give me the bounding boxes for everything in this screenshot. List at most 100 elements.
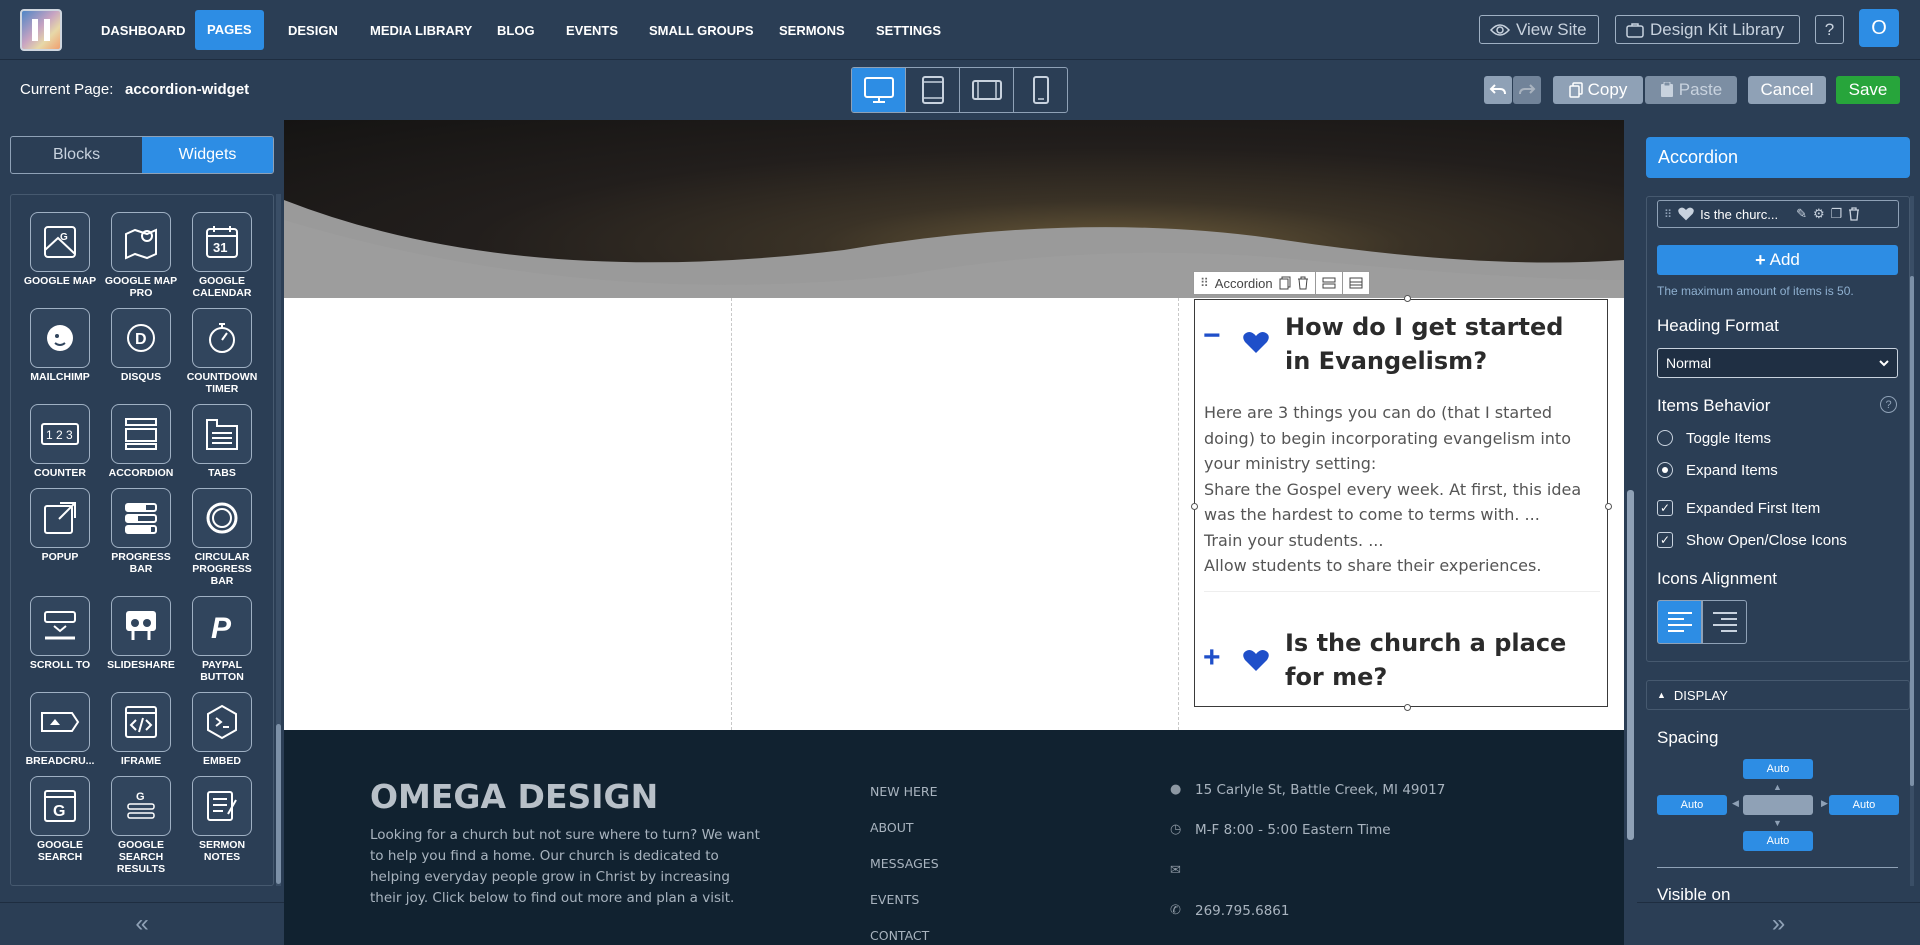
- user-avatar[interactable]: O: [1859, 9, 1899, 47]
- duplicate-icon[interactable]: [1279, 276, 1291, 290]
- widget-google-search-results[interactable]: G GOOGLE SEARCH RESULTS: [101, 776, 181, 875]
- widget-breadcrumb[interactable]: BREADCRU...: [20, 692, 100, 767]
- widget-sermon-notes[interactable]: SERMON NOTES: [182, 776, 262, 863]
- help-circle-icon[interactable]: ?: [1880, 396, 1897, 413]
- tablet-landscape-preview-button[interactable]: [960, 68, 1014, 112]
- paste-button[interactable]: Paste: [1645, 76, 1737, 104]
- widget-disqus[interactable]: D DISQUS: [101, 308, 181, 383]
- widget-label: GOOGLE SEARCH RESULTS: [116, 839, 166, 875]
- align-left-button[interactable]: [1657, 600, 1702, 644]
- desktop-preview-button[interactable]: [852, 68, 906, 112]
- gear-icon[interactable]: ⚙: [1813, 206, 1825, 222]
- nav-design[interactable]: DESIGN: [276, 17, 350, 45]
- drag-handle-icon[interactable]: ⠿: [1664, 208, 1672, 221]
- widget-slideshare[interactable]: SLIDESHARE: [101, 596, 181, 671]
- plus-icon[interactable]: +: [1203, 643, 1221, 673]
- widget-popup[interactable]: POPUP: [20, 488, 100, 563]
- redo-button[interactable]: [1513, 76, 1541, 104]
- widget-circular-progress-bar[interactable]: CIRCULAR PROGRESS BAR: [182, 488, 262, 587]
- drag-handle-icon[interactable]: ⠿: [1200, 276, 1209, 290]
- nav-dashboard[interactable]: DASHBOARD: [89, 17, 198, 45]
- cancel-button[interactable]: Cancel: [1748, 76, 1826, 104]
- nav-events[interactable]: EVENTS: [554, 17, 630, 45]
- widget-paypal-button[interactable]: P PAYPAL BUTTON: [182, 596, 262, 683]
- section-settings-button[interactable]: [1342, 271, 1370, 295]
- widget-google-calendar[interactable]: 31 GOOGLE CALENDAR: [182, 212, 262, 299]
- accordion-item-title[interactable]: Is the church a place for me?: [1285, 626, 1595, 694]
- rows-icon: [1322, 277, 1336, 289]
- footer-phone: 269.795.6861: [1195, 903, 1290, 919]
- toggle-items-radio[interactable]: [1657, 430, 1673, 446]
- disqus-icon: D: [111, 308, 171, 368]
- expanded-first-item-checkbox[interactable]: ✓: [1657, 500, 1673, 516]
- spacing-left-input[interactable]: Auto: [1657, 795, 1727, 815]
- show-open-close-icons-checkbox[interactable]: ✓: [1657, 532, 1673, 548]
- collapse-left-panel-button[interactable]: «: [0, 902, 284, 945]
- nav-settings[interactable]: SETTINGS: [864, 17, 953, 45]
- nav-blog[interactable]: BLOG: [485, 17, 547, 45]
- widget-embed[interactable]: EMBED: [182, 692, 262, 767]
- trash-icon[interactable]: [1297, 276, 1309, 290]
- edit-icon[interactable]: ✎: [1796, 206, 1807, 222]
- add-item-button[interactable]: + Add: [1657, 245, 1898, 275]
- expand-items-radio[interactable]: [1657, 462, 1673, 478]
- resize-handle[interactable]: [1605, 503, 1612, 510]
- widget-google-map[interactable]: G GOOGLE MAP: [20, 212, 100, 287]
- footer-link-events[interactable]: EVENTS: [870, 882, 939, 918]
- accordion-item-title[interactable]: How do I get started in Evangelism?: [1285, 310, 1595, 378]
- resize-handle[interactable]: [1191, 503, 1198, 510]
- page-canvas[interactable]: ⠿ Accordion − How do I get started in Ev…: [284, 120, 1624, 945]
- accordion-icon: [111, 404, 171, 464]
- view-site-button[interactable]: View Site: [1479, 15, 1599, 44]
- resize-handle[interactable]: [1404, 704, 1411, 711]
- tablet-preview-button[interactable]: [906, 68, 960, 112]
- settings-scrollbar[interactable]: [1910, 196, 1914, 886]
- widget-label: PAYPAL BUTTON: [200, 659, 244, 683]
- redo-icon: [1519, 84, 1536, 95]
- widget-google-map-pro[interactable]: GOOGLE MAP PRO: [101, 212, 181, 299]
- duplicate-icon[interactable]: ❐: [1831, 206, 1843, 222]
- widget-iframe[interactable]: IFRAME: [101, 692, 181, 767]
- spacing-right-input[interactable]: Auto: [1829, 795, 1899, 815]
- design-kit-library-button[interactable]: Design Kit Library: [1615, 15, 1800, 44]
- accordion-widget[interactable]: − How do I get started in Evangelism? He…: [1194, 299, 1608, 707]
- save-button[interactable]: Save: [1836, 76, 1900, 104]
- tab-blocks[interactable]: Blocks: [11, 137, 142, 173]
- align-right-button[interactable]: [1702, 600, 1747, 644]
- minus-icon[interactable]: −: [1203, 321, 1221, 351]
- spacing-top-input[interactable]: Auto: [1743, 759, 1813, 779]
- widget-mailchimp[interactable]: MAILCHIMP: [20, 308, 100, 383]
- widget-progress-bar[interactable]: PROGRESS BAR: [101, 488, 181, 575]
- copy-button[interactable]: Copy: [1553, 76, 1643, 104]
- app-logo[interactable]: [20, 9, 62, 51]
- footer-link-about[interactable]: ABOUT: [870, 810, 939, 846]
- tab-widgets[interactable]: Widgets: [142, 137, 273, 173]
- help-button[interactable]: ?: [1815, 15, 1844, 44]
- trash-icon[interactable]: [1848, 207, 1860, 221]
- widget-list-scrollbar[interactable]: [276, 194, 281, 886]
- undo-button[interactable]: [1484, 76, 1512, 104]
- spacing-bottom-input[interactable]: Auto: [1743, 831, 1813, 851]
- heading-format-select[interactable]: Normal: [1657, 348, 1898, 378]
- accordion-widget-toolbar: ⠿ Accordion: [1193, 271, 1370, 295]
- nav-small-groups[interactable]: SMALL GROUPS: [637, 17, 766, 45]
- widget-countdown-timer[interactable]: COUNTDOWN TIMER: [182, 308, 262, 395]
- display-section-header[interactable]: ▲ DISPLAY: [1646, 680, 1910, 710]
- widget-scroll-to[interactable]: SCROLL TO: [20, 596, 100, 671]
- widget-counter[interactable]: 1 2 3 COUNTER: [20, 404, 100, 479]
- resize-handle[interactable]: [1404, 295, 1411, 302]
- canvas-scrollbar[interactable]: [1624, 120, 1637, 945]
- footer-link-messages[interactable]: MESSAGES: [870, 846, 939, 882]
- collapse-right-panel-button[interactable]: »: [1637, 902, 1920, 945]
- accordion-item-row[interactable]: ⠿ Is the churc... ✎ ⚙ ❐: [1657, 200, 1899, 228]
- widget-accordion[interactable]: ACCORDION: [101, 404, 181, 479]
- widget-google-search[interactable]: G GOOGLE SEARCH: [20, 776, 100, 863]
- nav-sermons[interactable]: SERMONS: [767, 17, 857, 45]
- column-settings-button[interactable]: [1315, 271, 1343, 295]
- nav-media-library[interactable]: MEDIA LIBRARY: [358, 17, 484, 45]
- widget-tabs[interactable]: TABS: [182, 404, 262, 479]
- mobile-preview-button[interactable]: [1014, 68, 1067, 112]
- footer-link-new-here[interactable]: NEW HERE: [870, 774, 939, 810]
- footer-link-contact[interactable]: CONTACT: [870, 918, 939, 945]
- nav-pages[interactable]: PAGES: [195, 10, 264, 50]
